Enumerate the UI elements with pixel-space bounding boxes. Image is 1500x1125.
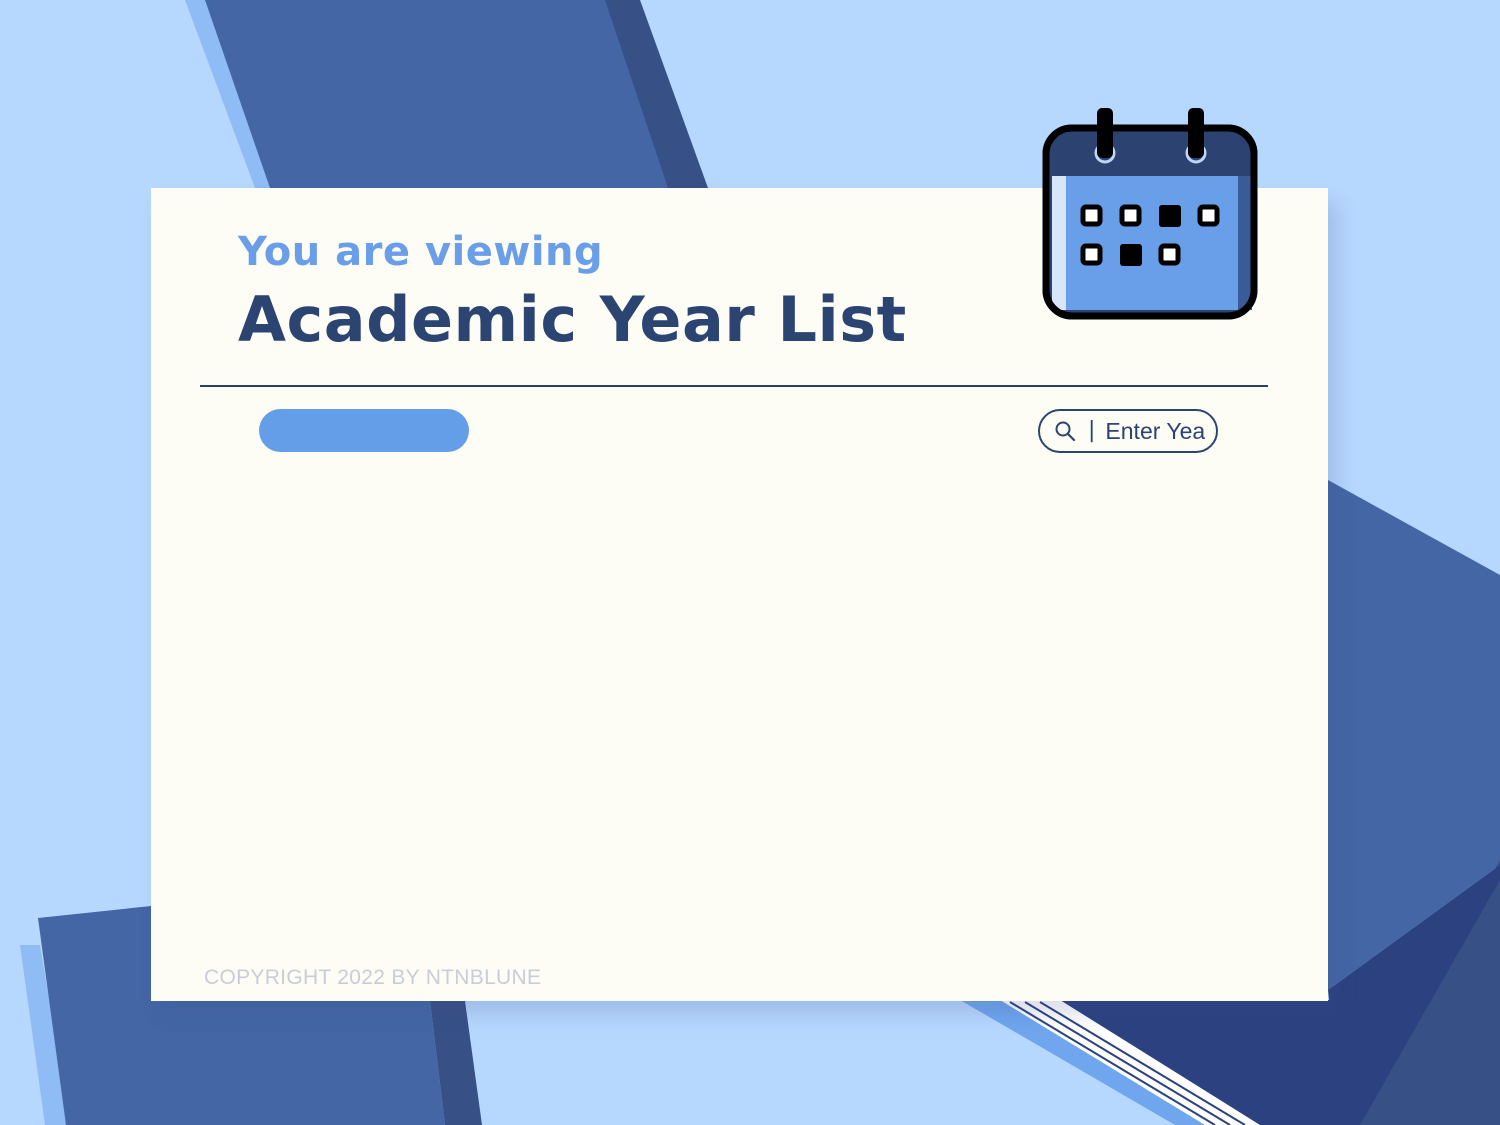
page-title: Academic Year List xyxy=(238,283,907,356)
header-divider xyxy=(200,385,1268,387)
add-year-button[interactable] xyxy=(259,409,469,452)
search-icon[interactable] xyxy=(1054,420,1076,442)
calendar-icon xyxy=(1042,108,1258,320)
search-separator: | xyxy=(1088,418,1096,443)
page-subtitle: You are viewing xyxy=(238,229,604,275)
search-box: | xyxy=(1038,409,1218,453)
year-search-input[interactable] xyxy=(1105,417,1206,445)
copyright-text: COPYRIGHT 2022 BY NTNBLUNE xyxy=(204,966,542,989)
